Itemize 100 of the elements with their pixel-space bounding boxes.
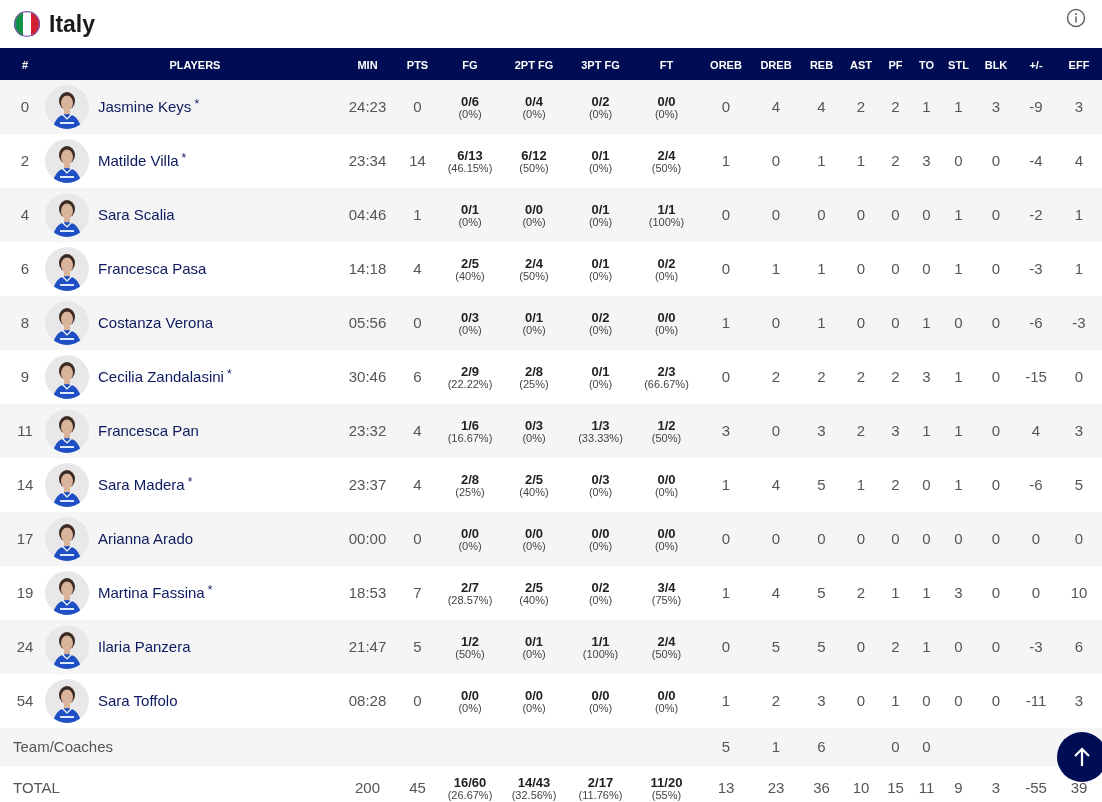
stat-value: 23:37 (348, 476, 387, 493)
stat-value: -6 (1029, 476, 1043, 493)
shooting-made-attempted: 1/3 (591, 418, 610, 432)
shooting-percentage: (0%) (654, 486, 679, 498)
stat-value: -11 (1025, 692, 1047, 709)
stat-value: 0 (954, 692, 963, 709)
stat-value: 0 (991, 692, 1001, 709)
shooting-percentage: (0%) (588, 270, 613, 282)
stat-value: 0 (856, 314, 866, 331)
shooting-made-attempted: 0/0 (524, 688, 544, 702)
stat-value: 6 (817, 738, 826, 755)
stat-value: 0 (1074, 368, 1084, 385)
stat-value: 0 (991, 476, 1001, 493)
shooting-made-attempted: 0/0 (657, 94, 676, 108)
stat-value: 1 (922, 98, 931, 115)
stat-value: 3 (891, 422, 900, 439)
shooting-made-attempted: 0/2 (591, 310, 610, 324)
stat-value: 5 (413, 638, 422, 655)
stat-value: 0 (954, 530, 963, 547)
shooting-made-attempted: 2/3 (657, 364, 676, 378)
stat-value: 1 (954, 260, 963, 277)
stat-value: 0 (991, 584, 1001, 601)
shooting-made-attempted: 0/0 (460, 688, 480, 702)
player-name: Sara Toffolo (98, 690, 178, 711)
stat-value: 1 (922, 314, 931, 331)
team-name: Italy (49, 9, 96, 39)
stat-value: 1 (891, 692, 900, 709)
stat-value: 2 (891, 368, 900, 385)
column-header: TO (918, 59, 935, 71)
shooting-made-attempted: 2/8 (460, 472, 480, 486)
stat-value: 0 (891, 260, 900, 277)
shooting-percentage: (0%) (588, 486, 613, 498)
stat-value: 0 (413, 314, 422, 331)
stat-value: 2 (856, 368, 866, 385)
stat-value: 23:32 (348, 422, 387, 439)
stat-value: -6 (1029, 314, 1043, 331)
info-icon[interactable] (1066, 8, 1086, 28)
stat-value: -15 (1025, 368, 1047, 385)
stat-value: 0 (817, 206, 826, 223)
shooting-made-attempted: 0/1 (460, 202, 480, 216)
shooting-made-attempted: 3/4 (657, 580, 676, 594)
stat-value: 6 (1074, 638, 1084, 655)
shooting-made-attempted: 2/9 (460, 364, 480, 378)
stat-value: 1 (1074, 260, 1084, 277)
stat-value: 11 (17, 422, 33, 439)
shooting-made-attempted: 1/6 (460, 418, 480, 432)
shooting-made-attempted: 0/2 (591, 580, 610, 594)
stat-value: 10 (852, 779, 870, 796)
shooting-made-attempted: 0/0 (460, 526, 480, 540)
column-header: DREB (760, 59, 792, 71)
stat-value: 4 (413, 260, 422, 277)
stat-value: 3 (1074, 422, 1084, 439)
stat-value: 0 (856, 692, 866, 709)
stat-value: 3 (1074, 692, 1084, 709)
player-name: Martina Fassina (98, 582, 205, 603)
shooting-percentage: (0%) (588, 702, 613, 714)
stat-value: 2 (20, 152, 30, 169)
shooting-made-attempted: 2/17 (587, 775, 614, 789)
shooting-percentage: (100%) (648, 216, 685, 228)
stat-value: 0 (891, 206, 900, 223)
stat-value: 1 (721, 314, 731, 331)
stat-value: 3 (817, 692, 826, 709)
shooting-percentage: (0%) (588, 378, 613, 390)
shooting-percentage: (0%) (458, 216, 482, 228)
column-header: STL (948, 59, 969, 71)
stat-value: 0 (413, 98, 422, 115)
shooting-percentage: (0%) (588, 108, 613, 120)
stat-value: 18:53 (348, 584, 387, 601)
player-name: Sara Scalia (98, 204, 175, 225)
stat-value: -3 (1029, 638, 1043, 655)
stat-value: 1 (817, 152, 826, 169)
stat-value: 0 (721, 530, 731, 547)
player-name: Costanza Verona (98, 312, 214, 333)
shooting-made-attempted: 2/5 (460, 256, 480, 270)
up-arrow-icon (1072, 746, 1092, 768)
stat-value: 0 (721, 98, 731, 115)
shooting-percentage: (0%) (588, 594, 613, 606)
shooting-made-attempted: 2/5 (524, 472, 544, 486)
row-label: TOTAL (13, 779, 60, 796)
stat-value: 54 (16, 692, 34, 709)
stat-value: 1 (954, 368, 963, 385)
stat-value: 2 (891, 638, 900, 655)
shooting-percentage: (0%) (522, 540, 546, 552)
stat-value: 1 (954, 206, 963, 223)
stat-value: 17 (16, 530, 34, 547)
shooting-made-attempted: 0/0 (524, 526, 544, 540)
stat-value: -9 (1029, 98, 1043, 115)
stat-value: 3 (1074, 98, 1084, 115)
stat-value: 24 (16, 638, 34, 655)
stat-value: 0 (922, 206, 931, 223)
column-header: REB (809, 59, 834, 71)
stat-value: 2 (891, 152, 900, 169)
stat-value: 15 (887, 779, 904, 796)
column-header: MIN (357, 59, 378, 71)
player-name: Francesca Pan (98, 420, 199, 441)
shooting-percentage: (40%) (519, 486, 549, 498)
shooting-percentage: (22.22%) (447, 378, 493, 390)
column-header: +/- (1029, 59, 1043, 71)
stat-value: 200 (355, 779, 380, 796)
stat-value: 36 (813, 779, 830, 796)
